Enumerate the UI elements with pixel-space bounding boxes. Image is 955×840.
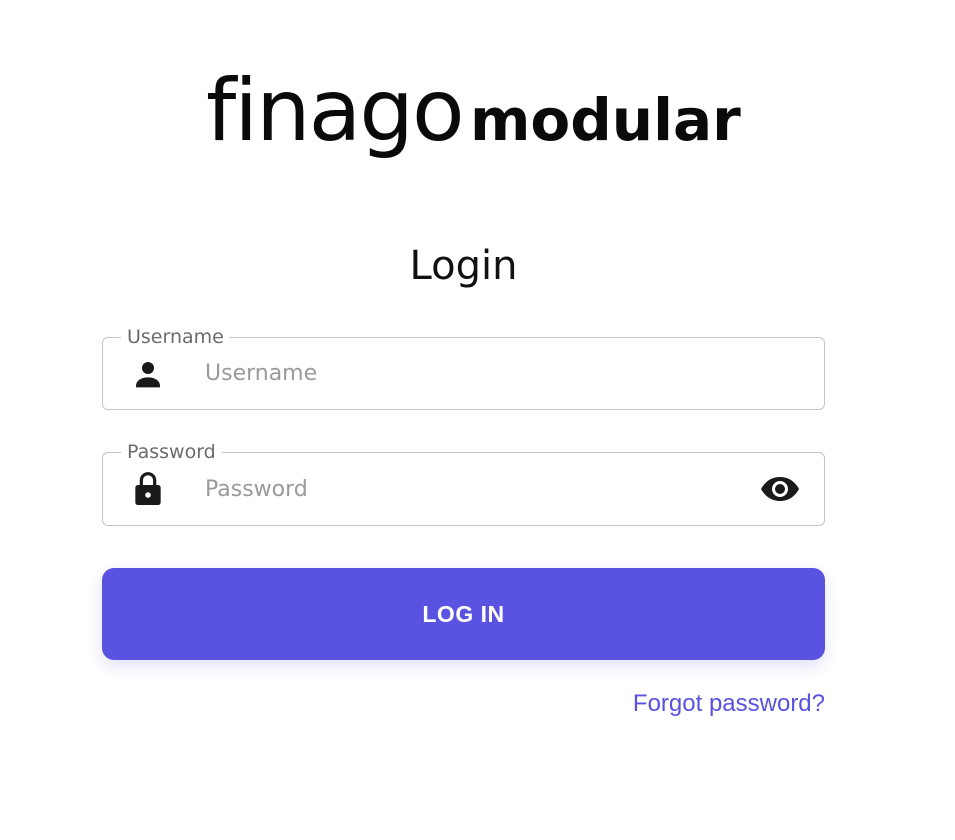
logo-graphic: finago modular — [206, 61, 741, 161]
eye-icon — [761, 477, 799, 501]
finago-modular-logo: finago modular — [206, 61, 741, 174]
username-field[interactable]: Username — [102, 325, 825, 410]
password-field[interactable]: Password — [102, 440, 825, 526]
username-input[interactable] — [205, 338, 745, 409]
person-icon — [131, 357, 165, 391]
show-password-toggle[interactable] — [758, 471, 802, 507]
logo-primary-text: finago — [206, 61, 463, 161]
lock-icon — [131, 472, 165, 506]
login-button[interactable]: LOG IN — [102, 568, 825, 660]
login-page: finago modular Login Username Password — [0, 0, 955, 840]
logo-secondary-text: modular — [470, 86, 741, 154]
page-title: Login — [409, 243, 518, 289]
forgot-password-link[interactable]: Forgot password? — [633, 688, 825, 720]
password-input[interactable] — [205, 453, 745, 525]
